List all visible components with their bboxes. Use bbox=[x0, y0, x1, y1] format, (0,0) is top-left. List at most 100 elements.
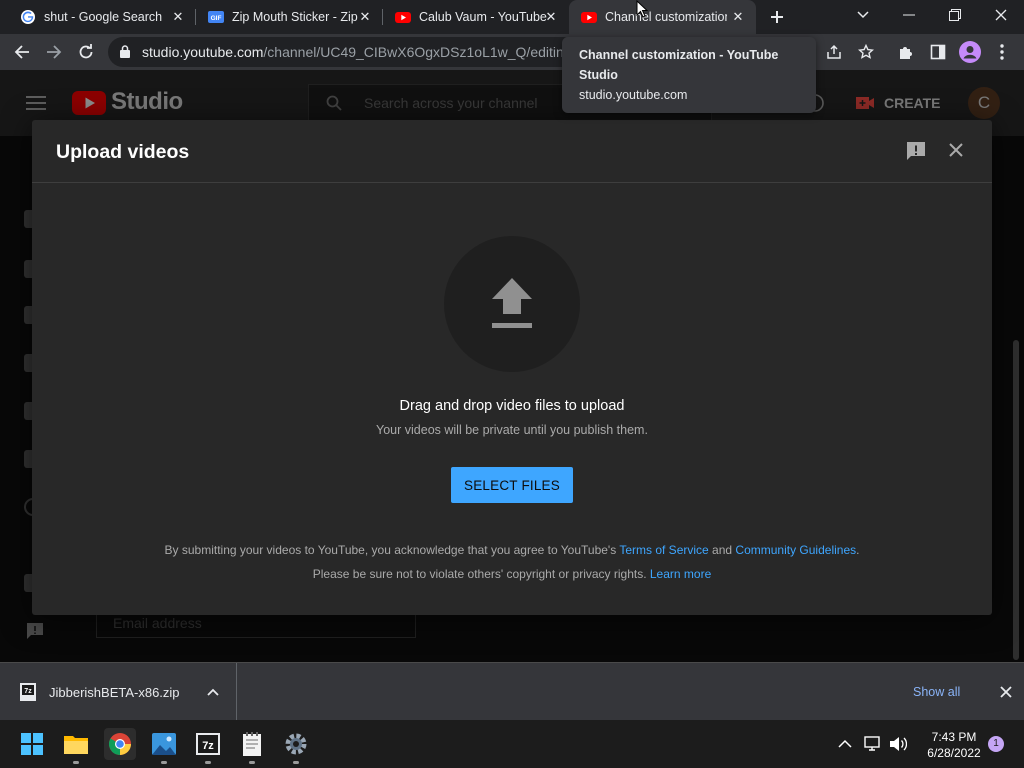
taskbar-chrome[interactable] bbox=[104, 728, 136, 760]
url-text: studio.youtube.com/channel/UC49_CIBwX6Og… bbox=[142, 44, 572, 60]
close-tab-icon[interactable]: ✕ bbox=[543, 9, 559, 25]
clock-time: 7:43 PM bbox=[931, 730, 977, 744]
feedback-icon[interactable] bbox=[906, 141, 926, 161]
close-window-button[interactable] bbox=[978, 0, 1024, 30]
settings-icon bbox=[285, 733, 307, 755]
back-button[interactable] bbox=[10, 40, 34, 64]
7zip-file-icon: 7z bbox=[20, 683, 36, 701]
chevron-down-icon bbox=[857, 11, 869, 19]
legal-text-line1: By submitting your videos to YouTube, yo… bbox=[32, 543, 992, 557]
tab-hover-card: Channel customization - YouTube Studio s… bbox=[562, 37, 816, 113]
legal-text-line2: Please be sure not to violate others' co… bbox=[32, 567, 992, 581]
svg-text:7z: 7z bbox=[202, 740, 214, 752]
taskbar-file-explorer[interactable] bbox=[60, 728, 92, 764]
start-button[interactable] bbox=[16, 728, 48, 760]
new-tab-button[interactable] bbox=[765, 5, 789, 29]
tab-zip-mouth-sticker[interactable]: GIF Zip Mouth Sticker - Zip ✕ bbox=[196, 0, 383, 34]
close-download-bar-icon[interactable] bbox=[1000, 686, 1012, 698]
download-filename: JibberishBETA-x86.zip bbox=[49, 685, 180, 700]
mouse-cursor-icon bbox=[636, 0, 648, 18]
network-icon[interactable] bbox=[864, 736, 882, 752]
tab-hover-url: studio.youtube.com bbox=[579, 88, 688, 102]
tab-title: Channel customization bbox=[605, 10, 727, 24]
chevron-up-icon[interactable] bbox=[207, 688, 219, 696]
arrow-right-icon bbox=[47, 45, 62, 59]
lock-icon bbox=[120, 45, 130, 58]
close-tab-icon[interactable]: ✕ bbox=[357, 9, 373, 25]
start-icon bbox=[21, 733, 43, 755]
reload-button[interactable] bbox=[74, 40, 98, 64]
tab-title: Calub Vaum - YouTube bbox=[419, 10, 547, 24]
tab-calub-vaum[interactable]: Calub Vaum - YouTube ✕ bbox=[383, 0, 569, 34]
show-all-downloads-button[interactable]: Show all bbox=[913, 685, 960, 699]
arrow-left-icon bbox=[14, 45, 29, 59]
taskbar-clock[interactable]: 7:43 PM 6/28/2022 bbox=[912, 729, 996, 761]
taskbar-7zip[interactable]: 7z bbox=[192, 728, 224, 764]
extensions-button[interactable] bbox=[894, 40, 918, 64]
tab-title: shut - Google Search bbox=[44, 10, 163, 24]
taskbar-settings[interactable] bbox=[280, 728, 312, 764]
legal-text: By submitting your videos to YouTube, yo… bbox=[164, 543, 620, 557]
legal-text: . bbox=[856, 543, 860, 557]
taskbar-notepad[interactable] bbox=[236, 728, 268, 764]
restore-icon bbox=[949, 9, 961, 21]
show-hidden-icons-icon[interactable] bbox=[838, 739, 852, 748]
drag-drop-subtitle: Your videos will be private until you pu… bbox=[376, 423, 648, 437]
select-files-button[interactable]: SELECT FILES bbox=[451, 467, 573, 503]
chrome-icon bbox=[109, 733, 131, 755]
tab-channel-customization[interactable]: Channel customization ✕ bbox=[569, 0, 756, 34]
youtube-icon bbox=[395, 12, 411, 23]
bookmark-button[interactable] bbox=[854, 40, 878, 64]
chrome-menu-button[interactable] bbox=[990, 40, 1014, 64]
restore-button[interactable] bbox=[932, 0, 978, 30]
photos-icon bbox=[152, 733, 176, 755]
download-bar: 7z JibberishBETA-x86.zip Show all bbox=[0, 662, 1024, 721]
puzzle-icon bbox=[900, 47, 912, 59]
url-host: studio.youtube.com bbox=[142, 44, 264, 60]
share-button[interactable] bbox=[822, 40, 846, 64]
learn-more-link[interactable]: Learn more bbox=[650, 567, 711, 581]
clock-date: 6/28/2022 bbox=[927, 746, 981, 760]
upload-videos-dialog: Upload videos Drag and drop video files … bbox=[32, 120, 992, 615]
terms-of-service-link[interactable]: Terms of Service bbox=[619, 543, 708, 557]
close-tab-icon[interactable]: ✕ bbox=[730, 9, 746, 25]
download-item[interactable]: 7z JibberishBETA-x86.zip bbox=[0, 663, 237, 721]
side-panel-button[interactable] bbox=[926, 40, 950, 64]
share-icon bbox=[827, 44, 841, 59]
notification-badge[interactable]: 1 bbox=[988, 736, 1004, 752]
7zip-icon: 7z bbox=[196, 733, 220, 755]
community-guidelines-link[interactable]: Community Guidelines bbox=[735, 543, 856, 557]
address-bar[interactable]: studio.youtube.com/channel/UC49_CIBwX6Og… bbox=[108, 37, 578, 67]
more-vert-icon bbox=[1000, 44, 1004, 60]
profile-button[interactable] bbox=[958, 40, 982, 64]
upload-drop-zone[interactable] bbox=[444, 236, 580, 372]
svg-text:GIF: GIF bbox=[211, 15, 222, 22]
url-path: /channel/UC49_CIBwX6OgxDSz1oL1w_Q/editin… bbox=[263, 44, 572, 60]
side-panel-icon bbox=[930, 44, 946, 60]
dialog-title: Upload videos bbox=[56, 141, 190, 163]
dialog-header: Upload videos bbox=[32, 120, 992, 183]
browser-toolbar: studio.youtube.com/channel/UC49_CIBwX6Og… bbox=[0, 34, 1024, 70]
close-tab-icon[interactable]: ✕ bbox=[170, 9, 186, 25]
tab-title: Zip Mouth Sticker - Zip bbox=[232, 10, 358, 24]
file-explorer-icon bbox=[64, 736, 88, 754]
legal-text: and bbox=[708, 543, 736, 557]
volume-icon[interactable] bbox=[889, 736, 907, 752]
svg-text:7z: 7z bbox=[24, 688, 32, 695]
upload-arrow-icon bbox=[492, 278, 532, 328]
minimize-button[interactable] bbox=[886, 0, 932, 30]
tab-google-search[interactable]: shut - Google Search ✕ bbox=[8, 0, 196, 34]
gif-icon: GIF bbox=[208, 11, 224, 23]
windows-taskbar: 7z 7:43 PM 6/28/2022 1 bbox=[0, 720, 1024, 768]
close-icon[interactable] bbox=[949, 143, 963, 157]
tab-hover-title: Channel customization - YouTube Studio bbox=[579, 48, 779, 82]
drag-drop-title: Drag and drop video files to upload bbox=[399, 398, 625, 414]
tab-search-button[interactable] bbox=[840, 0, 886, 30]
forward-button[interactable] bbox=[42, 40, 66, 64]
legal-text: Please be sure not to violate others' co… bbox=[312, 567, 650, 581]
close-icon bbox=[995, 9, 1007, 21]
taskbar-photos[interactable] bbox=[148, 728, 180, 764]
youtube-icon bbox=[581, 12, 597, 23]
minimize-icon bbox=[903, 14, 915, 16]
star-icon bbox=[858, 44, 874, 59]
